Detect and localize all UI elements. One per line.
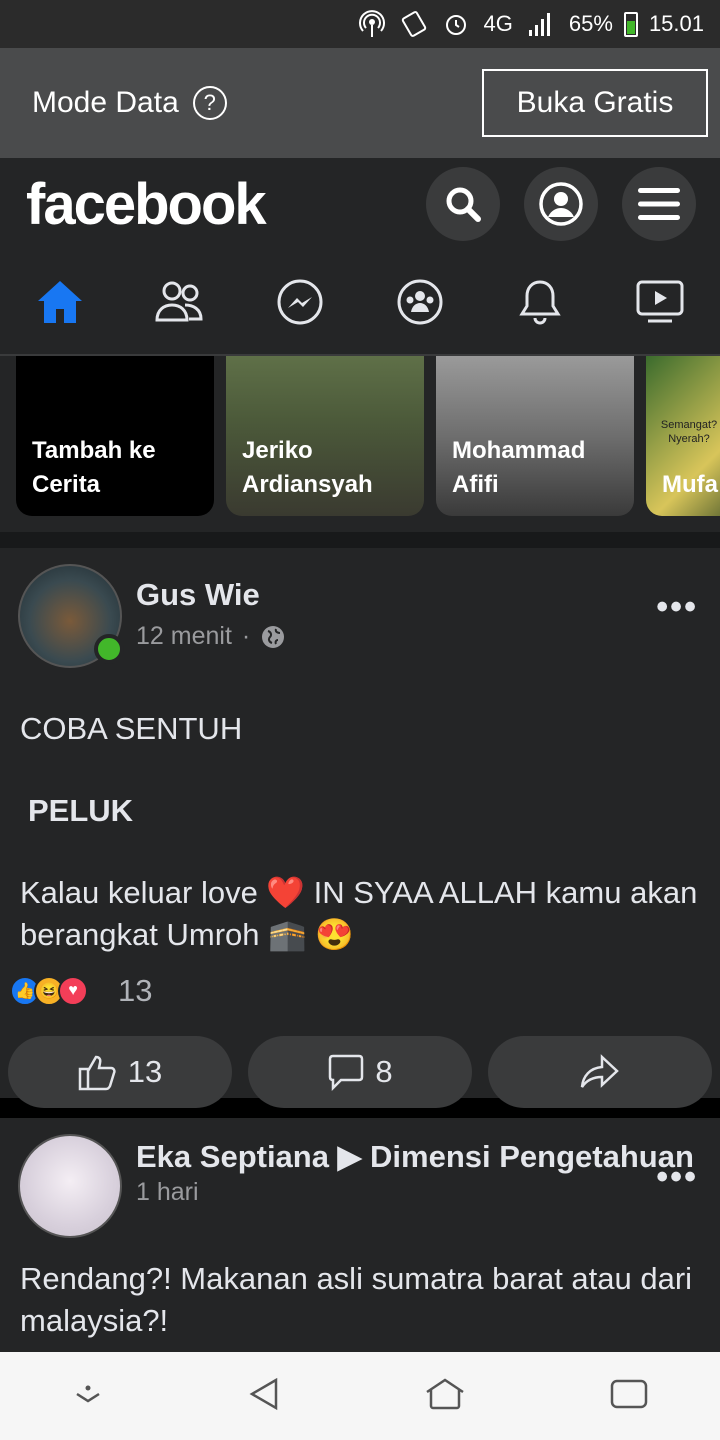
love-reaction-icon: ♥ (58, 976, 88, 1006)
comment-count: 8 (375, 1054, 393, 1089)
post-text: Rendang?! Makanan asli sumatra barat ata… (20, 1261, 693, 1338)
dot-separator: · (241, 622, 251, 650)
nav-hide-button[interactable] (73, 1384, 103, 1409)
divider (0, 532, 720, 548)
story-card[interactable]: Mohammad Afifi (436, 356, 634, 516)
feed-post: Eka Septiana ▶ Dimensi Pengetahuan 1 har… (0, 1118, 720, 1378)
open-free-button[interactable]: Buka Gratis (482, 69, 708, 137)
groups-icon (397, 279, 443, 325)
chevron-down-icon (75, 1385, 100, 1402)
more-options-button[interactable]: ••• (656, 1158, 698, 1197)
tab-friends[interactable] (140, 262, 220, 342)
tab-home[interactable] (20, 262, 100, 342)
share-button[interactable] (488, 1036, 712, 1108)
story-label: Tambah ke Cerita (32, 437, 156, 498)
nav-back-button[interactable] (248, 1377, 280, 1416)
post-body: Rendang?! Makanan asli sumatra barat ata… (0, 1238, 720, 1342)
more-options-button[interactable]: ••• (656, 588, 698, 627)
story-label: Jeriko Ardiansyah (242, 437, 373, 498)
feed-post: Gus Wie 12 menit · ••• COBA SENTUH PELUK… (0, 548, 720, 1108)
avatar[interactable] (18, 1134, 122, 1238)
post-author[interactable]: Gus Wie (136, 574, 704, 616)
story-card[interactable]: Semangat? Nyerah? Mufa (646, 356, 720, 516)
data-mode-bar: Mode Data ? Buka Gratis (0, 48, 720, 158)
system-nav-bar (0, 1352, 720, 1440)
tab-notifications[interactable] (500, 262, 580, 342)
profile-icon (539, 182, 583, 226)
app-header: facebook (0, 158, 720, 250)
search-icon (446, 187, 481, 222)
messenger-icon (277, 279, 323, 325)
story-label: Mohammad Afifi (452, 437, 586, 498)
nav-home-button[interactable] (425, 1377, 465, 1415)
profile-button[interactable] (524, 167, 598, 241)
tab-bar (0, 250, 720, 356)
hotspot-icon (358, 10, 386, 38)
friends-icon (155, 281, 203, 322)
home-outline-icon (425, 1377, 464, 1409)
story-card-create[interactable]: Tambah ke Cerita (16, 356, 214, 516)
like-button[interactable]: 13 (8, 1036, 232, 1108)
help-icon[interactable]: ? (192, 86, 227, 120)
tab-messenger[interactable] (260, 262, 340, 342)
reaction-summary[interactable]: 👍 😆 ♥ 13 (0, 956, 720, 1022)
post-time[interactable]: 12 menit (136, 622, 232, 651)
battery-icon (617, 10, 645, 38)
home-icon (38, 281, 82, 323)
tab-groups[interactable] (380, 262, 460, 342)
data-mode-label: Mode Data (32, 86, 179, 119)
search-button[interactable] (426, 167, 500, 241)
story-label: Mufa (662, 471, 718, 498)
video-icon (636, 280, 684, 323)
recents-icon (610, 1379, 647, 1408)
nav-recents-button[interactable] (610, 1379, 648, 1414)
story-card[interactable]: Jeriko Ardiansyah (226, 356, 424, 516)
battery-percent: 65% (568, 11, 613, 36)
comment-button[interactable]: 8 (248, 1036, 472, 1108)
share-icon (580, 1054, 619, 1088)
avatar[interactable] (18, 564, 124, 668)
post-time-row: 12 menit · (136, 622, 704, 651)
story-overlay-text: Semangat? Nyerah? (660, 419, 718, 445)
data-mode-label-group: Mode Data ? (32, 86, 227, 120)
menu-button[interactable] (622, 167, 696, 241)
vibrate-icon (400, 10, 428, 38)
post-body: COBA SENTUH PELUK Kalau keluar love ❤️ I… (0, 668, 720, 956)
facebook-logo[interactable]: facebook (26, 171, 267, 238)
globe-icon (262, 625, 285, 648)
online-indicator (94, 634, 124, 664)
network-type: 4G (483, 11, 513, 36)
post-text-line: PELUK (28, 793, 134, 828)
like-count: 13 (127, 1054, 163, 1089)
post-time-row: 1 hari (136, 1178, 704, 1207)
post-text-line: COBA SENTUH (20, 711, 243, 746)
post-text-line: Kalau keluar love ❤️ IN SYAA ALLAH kamu … (20, 875, 698, 952)
post-time[interactable]: 1 hari (136, 1178, 199, 1207)
post-actions: 13 8 (0, 1022, 720, 1118)
thumbs-up-icon (78, 1055, 116, 1091)
stories-row: Tambah ke Cerita Jeriko Ardiansyah Moham… (0, 356, 720, 532)
tab-watch[interactable] (620, 262, 700, 342)
hamburger-icon (638, 188, 680, 220)
back-icon (249, 1377, 277, 1410)
status-bar: 4G 65% 15.01 (0, 0, 720, 48)
signal-icon (527, 10, 555, 38)
reaction-count: 13 (118, 973, 153, 1008)
bell-icon (519, 280, 561, 325)
post-author[interactable]: Eka Septiana ▶ Dimensi Pengetahuan (136, 1136, 704, 1178)
comment-icon (329, 1054, 364, 1091)
alarm-icon (442, 10, 470, 38)
clock: 15.01 (648, 11, 704, 36)
